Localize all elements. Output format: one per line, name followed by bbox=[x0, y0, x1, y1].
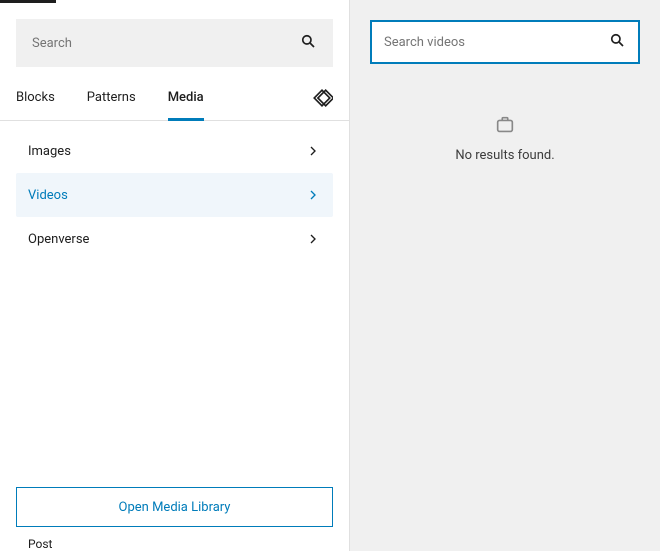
media-search[interactable] bbox=[370, 20, 640, 64]
explore-icon[interactable] bbox=[311, 87, 333, 109]
media-category-list: Images Videos Openverse bbox=[0, 121, 349, 269]
media-search-input[interactable] bbox=[384, 35, 608, 50]
no-results-text: No results found. bbox=[370, 148, 640, 163]
media-item-videos[interactable]: Videos bbox=[16, 173, 333, 217]
media-item-images[interactable]: Images bbox=[16, 129, 333, 173]
post-label: Post bbox=[0, 537, 349, 551]
search-icon bbox=[608, 31, 626, 53]
media-item-label: Images bbox=[28, 144, 71, 159]
no-results: No results found. bbox=[370, 114, 640, 163]
chevron-right-icon bbox=[305, 143, 321, 159]
open-media-library-button[interactable]: Open Media Library bbox=[16, 487, 333, 527]
chevron-right-icon bbox=[305, 231, 321, 247]
search-wrap bbox=[0, 3, 349, 75]
tab-patterns[interactable]: Patterns bbox=[87, 75, 136, 121]
media-empty-icon bbox=[494, 114, 516, 136]
tab-blocks[interactable]: Blocks bbox=[16, 75, 55, 121]
inserter-tabs: Blocks Patterns Media bbox=[0, 75, 349, 121]
block-search[interactable] bbox=[16, 19, 333, 67]
search-icon bbox=[299, 32, 317, 54]
tab-media[interactable]: Media bbox=[168, 75, 204, 121]
inserter-panel: Blocks Patterns Media Images Videos Open… bbox=[0, 0, 350, 551]
media-results-panel: No results found. bbox=[350, 0, 660, 551]
media-item-label: Videos bbox=[28, 188, 68, 203]
search-input[interactable] bbox=[32, 36, 299, 51]
media-item-openverse[interactable]: Openverse bbox=[16, 217, 333, 261]
open-library-wrap: Open Media Library bbox=[0, 471, 349, 543]
chevron-right-icon bbox=[305, 187, 321, 203]
media-item-label: Openverse bbox=[28, 232, 89, 247]
